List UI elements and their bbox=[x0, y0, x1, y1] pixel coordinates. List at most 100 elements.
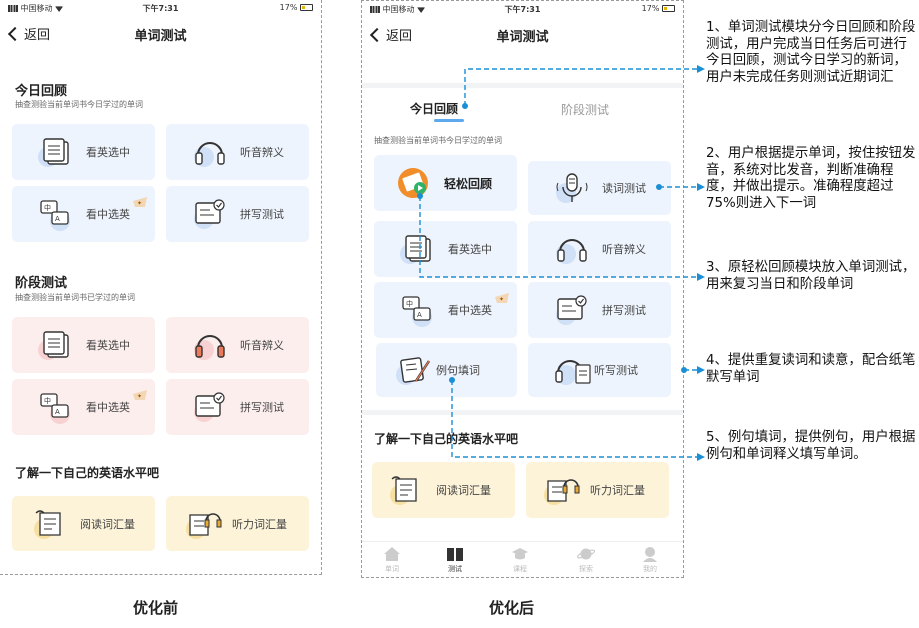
annotation-5: 5、例句填词，提供例句，用户根据例句和单词释义填写单词。 bbox=[706, 430, 916, 462]
tab-today-review[interactable]: 今日回顾 bbox=[410, 100, 458, 117]
level-section-title: 了解一下自己的英语水平吧 bbox=[374, 432, 519, 446]
arrowhead-icon bbox=[697, 183, 705, 191]
film-play-icon bbox=[396, 166, 434, 200]
translate-icon: 中A bbox=[38, 197, 76, 231]
card-cn-to-en[interactable]: 中A 看中选英 ✦ bbox=[374, 282, 517, 338]
scroll-headphones-icon bbox=[184, 507, 222, 541]
tab-stage-test[interactable]: 阶段测试 bbox=[561, 101, 609, 118]
spelling-icon bbox=[192, 197, 230, 231]
tabbar-item-words[interactable]: 单词 bbox=[372, 546, 412, 574]
card-reading-vocab[interactable]: 阅读词汇量 bbox=[12, 496, 155, 551]
paper-pen-icon bbox=[396, 353, 434, 387]
planet-icon bbox=[576, 546, 596, 562]
annotation-2: 2、用户根据提示单词，按住按钮发音，系统对比发音，判断准确程度，并做出提示。准确… bbox=[706, 146, 916, 211]
card-read-word[interactable]: 读词测试 bbox=[528, 161, 671, 215]
card-label: 听音辨义 bbox=[240, 146, 284, 159]
card-spelling[interactable]: 拼写测试 bbox=[528, 282, 671, 338]
spelling-icon bbox=[192, 390, 230, 424]
tabbar-item-test[interactable]: 测试 bbox=[435, 546, 475, 574]
graduation-cap-icon bbox=[511, 546, 529, 562]
headphones-paper-icon bbox=[554, 353, 592, 387]
card-en-to-cn[interactable]: 看英选中 bbox=[374, 221, 517, 277]
tabbar-item-courses[interactable]: 课程 bbox=[500, 546, 540, 574]
card-label: 拼写测试 bbox=[240, 208, 284, 221]
card-listening-vocab[interactable]: 听力词汇量 bbox=[166, 496, 309, 551]
tabbar-label: 我的 bbox=[643, 565, 657, 573]
svg-text:A: A bbox=[417, 311, 422, 319]
svg-text:✦: ✦ bbox=[137, 200, 142, 207]
headphones-icon bbox=[192, 328, 230, 362]
new-badge-icon: ✦ bbox=[495, 288, 509, 303]
card-label: 拼写测试 bbox=[602, 304, 646, 317]
signal-icon bbox=[370, 6, 380, 13]
phone-after: 中国移动 下午7:31 17% 返回 单词测试 今日回顾 阶段测试 抽查测验当前… bbox=[361, 0, 684, 578]
card-stage-en-to-cn[interactable]: 看英选中 bbox=[12, 317, 155, 373]
annotation-3: 3、原轻松回顾模块放入单词测试，用来复习当日和阶段单词 bbox=[706, 260, 916, 292]
tabbar-item-explore[interactable]: 探索 bbox=[566, 546, 606, 574]
card-label: 看英选中 bbox=[448, 243, 492, 256]
card-easy-review[interactable]: 轻松回顾 bbox=[374, 155, 517, 211]
card-spelling[interactable]: 拼写测试 bbox=[166, 186, 309, 242]
svg-text:✦: ✦ bbox=[499, 296, 504, 303]
status-bar: 中国移动 下午7:31 17% bbox=[0, 0, 321, 16]
card-label: 轻松回顾 bbox=[444, 176, 493, 191]
status-time: 下午7:31 bbox=[142, 4, 179, 13]
bottom-tab-bar: 单词 测试 课程 探索 我的 bbox=[362, 541, 683, 577]
carrier-label: 中国移动 bbox=[382, 5, 415, 14]
annotation-4: 4、提供重复读词和读意，配合纸笔默写单词 bbox=[706, 353, 916, 385]
arrowhead-icon bbox=[697, 65, 705, 73]
card-label: 例句填词 bbox=[436, 364, 480, 377]
card-cn-to-en[interactable]: 中A 看中选英 ✦ bbox=[12, 186, 155, 242]
svg-text:A: A bbox=[55, 215, 60, 223]
card-stage-spelling[interactable]: 拼写测试 bbox=[166, 379, 309, 435]
card-stage-listen-meaning[interactable]: 听音辨义 bbox=[166, 317, 309, 373]
annotation-1: 1、单词测试模块分今日回顾和阶段测试，用户完成当日任务后可进行今日回顾，测试今日… bbox=[706, 20, 916, 85]
translate-icon: 中A bbox=[400, 293, 438, 327]
card-label: 读词测试 bbox=[602, 182, 646, 195]
new-badge-icon: ✦ bbox=[133, 192, 147, 207]
battery-label: 17% bbox=[279, 3, 298, 12]
battery-label: 17% bbox=[641, 4, 660, 13]
card-label: 听音辨义 bbox=[602, 243, 646, 256]
carrier: 中国移动 bbox=[8, 3, 64, 14]
card-en-to-cn[interactable]: 看英选中 bbox=[12, 124, 155, 180]
card-listen-meaning[interactable]: 听音辨义 bbox=[166, 124, 309, 180]
home-icon bbox=[383, 546, 401, 562]
spelling-icon bbox=[554, 293, 592, 327]
wifi-icon bbox=[417, 7, 426, 13]
tabbar-label: 课程 bbox=[513, 565, 527, 573]
battery: 17% bbox=[280, 3, 313, 12]
card-sentence-fill[interactable]: 例句填词 bbox=[376, 343, 517, 397]
card-stage-cn-to-en[interactable]: 中A 看中选英 ✦ bbox=[12, 379, 155, 435]
svg-text:✦: ✦ bbox=[137, 393, 142, 400]
carrier: 中国移动 bbox=[370, 4, 426, 15]
headphones-icon bbox=[192, 135, 230, 169]
card-label: 听写测试 bbox=[594, 364, 638, 377]
card-dictation[interactable]: 听写测试 bbox=[528, 343, 671, 397]
card-label: 看中选英 bbox=[86, 401, 130, 414]
status-time: 下午7:31 bbox=[504, 5, 541, 14]
card-listen-meaning[interactable]: 听音辨义 bbox=[528, 221, 671, 277]
section-subtitle: 抽查测验当前单词书今日学过的单词 bbox=[374, 136, 502, 145]
tab-underline bbox=[434, 119, 464, 122]
divider bbox=[362, 83, 683, 88]
level-section-title: 了解一下自己的英语水平吧 bbox=[15, 466, 160, 480]
flashcard-icon bbox=[400, 232, 438, 266]
signal-icon bbox=[8, 5, 18, 12]
scroll-headphones-icon bbox=[542, 473, 580, 507]
scroll-icon bbox=[388, 473, 426, 507]
card-reading-vocab[interactable]: 阅读词汇量 bbox=[372, 462, 515, 518]
tabbar-item-me[interactable]: 我的 bbox=[630, 546, 670, 574]
tabbar-label: 测试 bbox=[448, 565, 462, 573]
card-label: 听音辨义 bbox=[240, 339, 284, 352]
status-bar: 中国移动 下午7:31 17% bbox=[362, 1, 683, 17]
card-label: 看中选英 bbox=[86, 208, 130, 221]
stage-section-subtitle: 抽查测验当前单词书已学过的单词 bbox=[15, 293, 135, 302]
card-label: 看英选中 bbox=[86, 146, 130, 159]
card-label: 阅读词汇量 bbox=[80, 517, 135, 531]
card-listening-vocab[interactable]: 听力词汇量 bbox=[526, 462, 669, 518]
card-label: 听力词汇量 bbox=[232, 517, 287, 531]
flashcard-icon bbox=[38, 135, 76, 169]
battery: 17% bbox=[642, 4, 675, 13]
today-section-title: 今日回顾 bbox=[15, 84, 68, 99]
